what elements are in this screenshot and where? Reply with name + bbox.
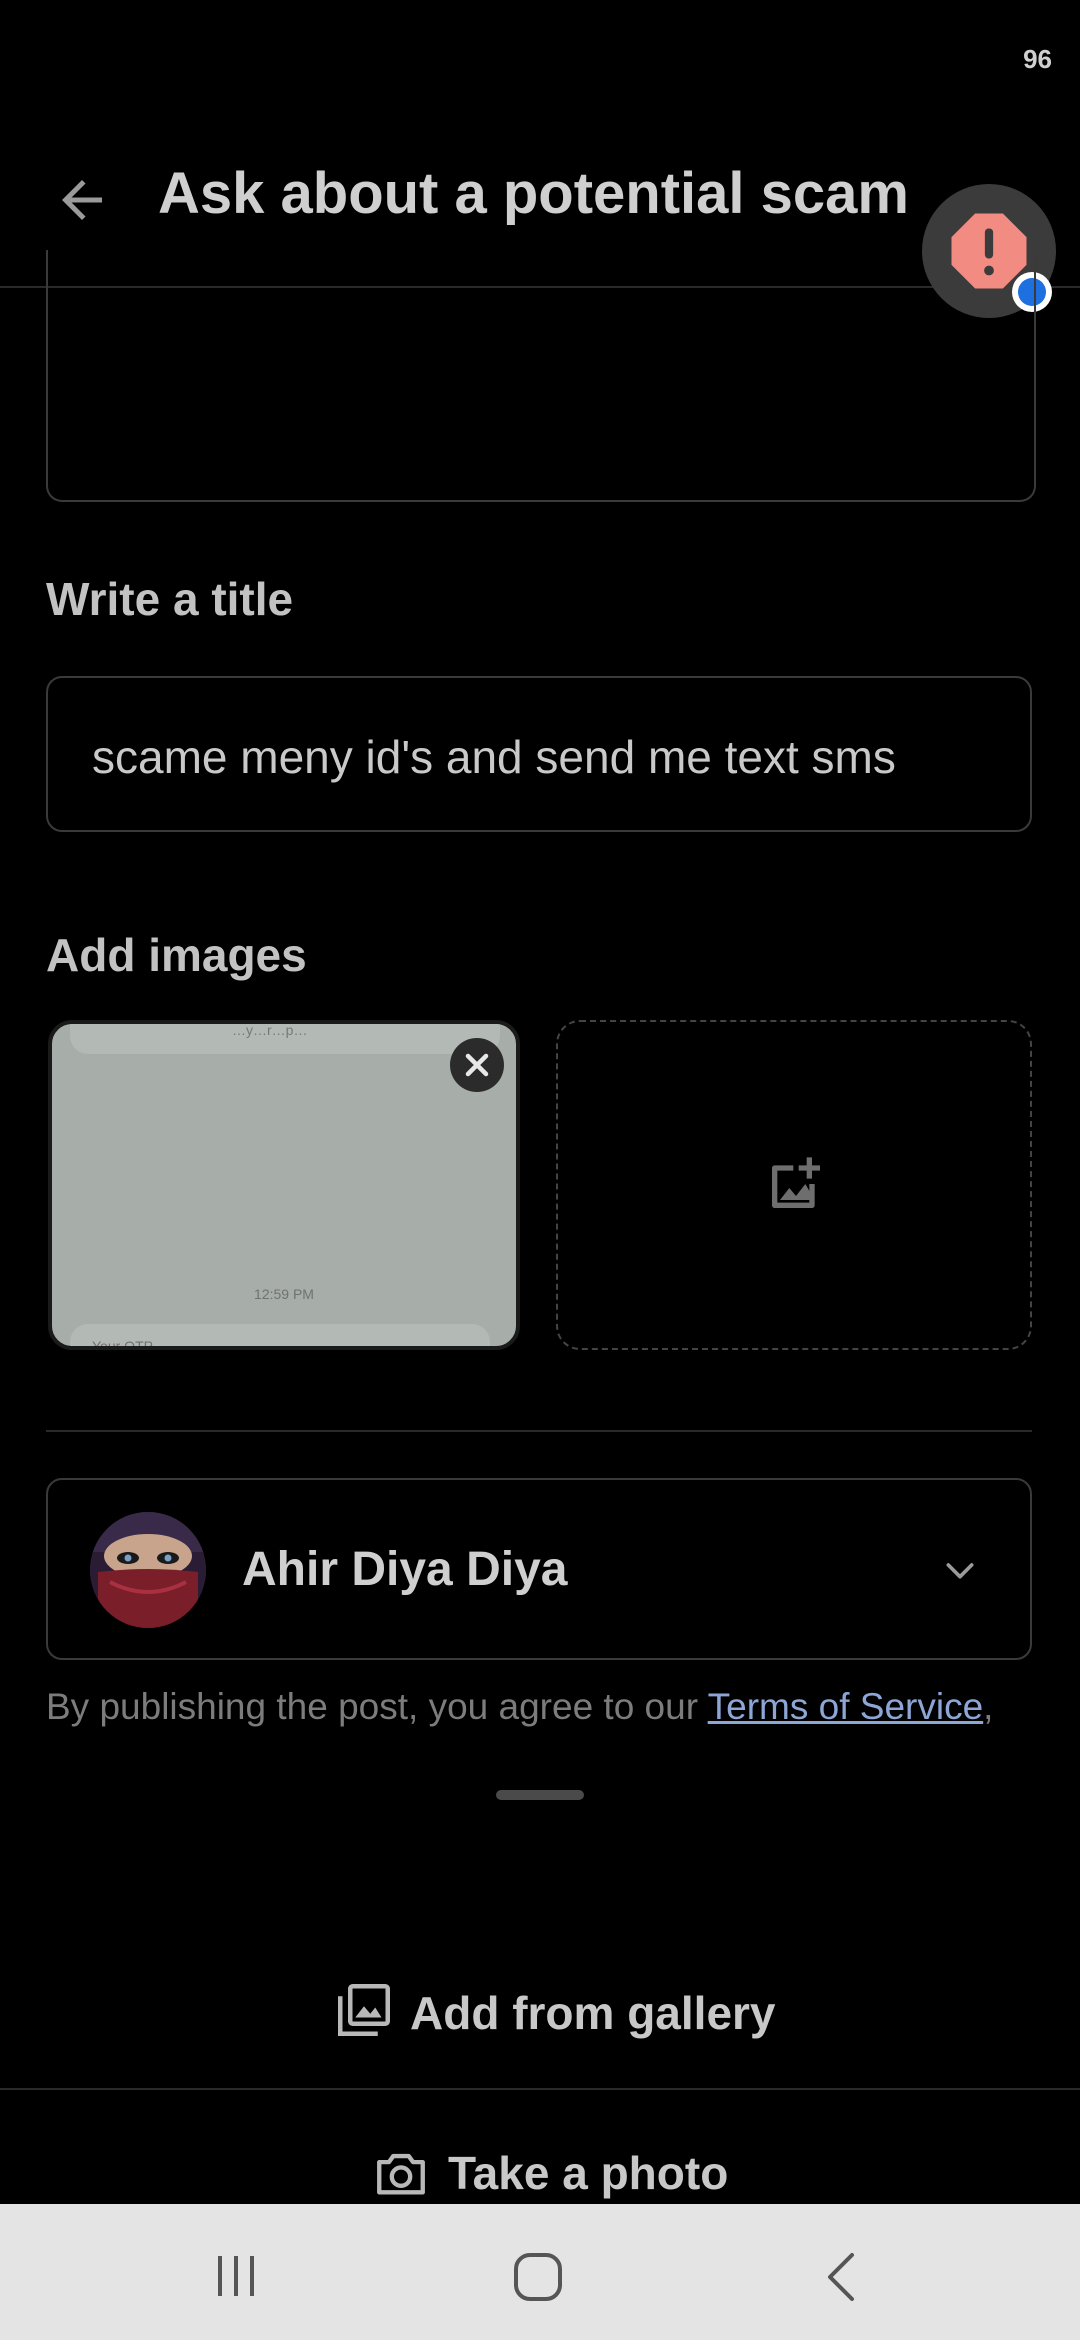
terms-suffix: , — [983, 1686, 994, 1727]
recents-icon[interactable] — [212, 2254, 260, 2298]
gallery-icon — [338, 1984, 390, 2036]
back-button[interactable] — [52, 170, 112, 230]
take-photo-button[interactable]: Take a photo — [0, 2090, 1080, 2204]
camera-icon — [377, 2153, 425, 2195]
arrow-left-icon — [62, 180, 102, 220]
take-photo-label: Take a photo — [448, 2147, 729, 2199]
close-icon — [465, 1053, 489, 1077]
home-icon[interactable] — [512, 2252, 564, 2302]
sheet-drag-handle[interactable] — [496, 1790, 584, 1800]
terms-prefix: By publishing the post, you agree to our — [46, 1686, 708, 1727]
thumbnail-text-fragment: Your OTP… … — [92, 1338, 185, 1350]
title-label: Write a title — [46, 573, 294, 625]
divider — [46, 1430, 1032, 1432]
battery-level: 96 — [1023, 44, 1052, 74]
thumbnail-text-fragment: …y…r…p… — [232, 1022, 308, 1038]
terms-text: By publishing the post, you agree to our… — [46, 1686, 993, 1728]
account-selector[interactable]: Ahir Diya Diya — [46, 1478, 1032, 1660]
add-from-gallery-label: Add from gallery — [410, 1987, 776, 2039]
message-bubble — [70, 1324, 490, 1346]
terms-of-service-link[interactable]: Terms of Service — [708, 1686, 984, 1727]
remove-image-button[interactable] — [450, 1038, 504, 1092]
thumbnail-timestamp: 12:59 PM — [254, 1286, 314, 1302]
description-field[interactable] — [46, 250, 1036, 502]
system-navigation-bar — [0, 2204, 1080, 2340]
add-image-button[interactable] — [556, 1020, 1032, 1350]
account-name: Ahir Diya Diya — [242, 1543, 568, 1596]
add-from-gallery-button[interactable]: Add from gallery — [0, 1940, 1080, 2090]
chevron-down-icon — [946, 1563, 974, 1579]
page-title: Ask about a potential scam — [158, 161, 909, 226]
title-input-value: scame meny id's and send me text sms — [92, 731, 896, 783]
title-input[interactable]: scame meny id's and send me text sms — [46, 676, 1032, 832]
add-photo-icon — [772, 1157, 820, 1208]
images-label: Add images — [46, 929, 307, 981]
avatar — [90, 1512, 206, 1628]
back-nav-icon[interactable] — [820, 2252, 860, 2302]
